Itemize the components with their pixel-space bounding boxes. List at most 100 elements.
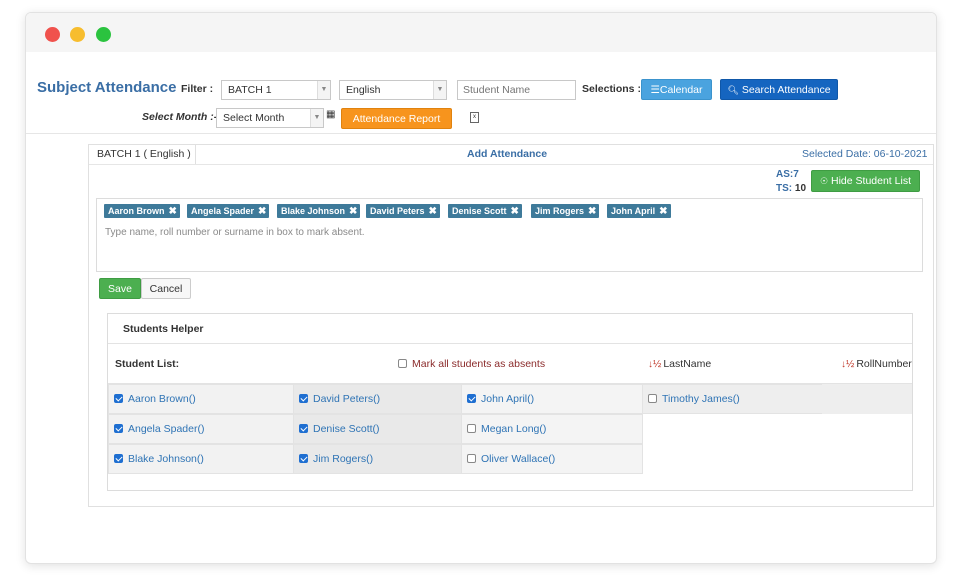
student-checkbox[interactable]	[114, 453, 123, 463]
tab-divider	[195, 145, 196, 164]
absent-count-label: AS:	[776, 169, 794, 180]
sort-by-roll-number[interactable]: ↓½ RollNumber	[841, 358, 912, 370]
chevron-down-icon: ▼	[433, 81, 446, 99]
absent-tag[interactable]: David Peters ✖	[366, 204, 440, 218]
absent-tag[interactable]: Blake Johnson ✖	[277, 204, 361, 218]
month-select[interactable]: Select Month ▼	[216, 108, 324, 128]
remove-icon[interactable]: ✖	[429, 206, 437, 217]
student-name: Jim Rogers()	[313, 453, 374, 465]
lightbulb-icon: ☉	[820, 176, 829, 186]
calendar-button-label: Calendar	[659, 84, 703, 96]
total-students-label: TS:	[776, 183, 793, 194]
sort-roll-label: RollNumber	[856, 358, 912, 370]
student-cell[interactable]: Denise Scott()	[293, 414, 462, 444]
student-checkbox[interactable]	[299, 423, 308, 433]
maximize-window-icon[interactable]	[96, 27, 111, 42]
absent-tag[interactable]: Aaron Brown ✖	[104, 204, 180, 218]
student-cell[interactable]: Megan Long()	[461, 414, 643, 444]
absent-tag[interactable]: Angela Spader ✖	[187, 204, 270, 218]
student-name: John April()	[481, 393, 535, 405]
tag-label: Blake Johnson	[281, 206, 346, 216]
total-students-count: TS: 10	[776, 183, 806, 194]
sort-by-lastname[interactable]: ↓½ LastName	[648, 358, 711, 370]
student-checkbox[interactable]	[299, 393, 308, 403]
sort-numeric-icon: ↓½	[841, 359, 855, 370]
student-name: Oliver Wallace()	[481, 453, 556, 465]
student-checkbox[interactable]	[114, 423, 123, 433]
selections-label: Selections :	[582, 83, 641, 95]
page-title: Subject Attendance	[37, 79, 177, 96]
student-cell[interactable]: Angela Spader()	[108, 414, 294, 444]
absent-tag[interactable]: John April ✖	[607, 204, 671, 218]
mark-all-absent-toggle[interactable]: Mark all students as absents	[398, 358, 545, 370]
tag-label: Angela Spader	[191, 206, 255, 216]
student-cell[interactable]: Aaron Brown()	[108, 384, 294, 414]
tag-label: Aaron Brown	[108, 206, 165, 216]
student-checkbox[interactable]	[467, 423, 476, 433]
student-list-label: Student List:	[115, 358, 180, 370]
student-name: Timothy James()	[662, 393, 740, 405]
cancel-button[interactable]: Cancel	[141, 278, 191, 299]
helper-header: Students Helper	[108, 314, 912, 344]
cancel-button-label: Cancel	[149, 283, 183, 295]
student-checkbox[interactable]	[467, 393, 476, 403]
tag-label: Denise Scott	[452, 206, 507, 216]
student-checkbox[interactable]	[299, 453, 308, 463]
absent-count: AS:7	[776, 169, 799, 180]
student-name: Angela Spader()	[128, 423, 205, 435]
student-name: David Peters()	[313, 393, 381, 405]
attendance-report-button[interactable]: Attendance Report	[341, 108, 452, 129]
remove-icon[interactable]: ✖	[169, 206, 177, 217]
student-name: Denise Scott()	[313, 423, 380, 435]
student-cell[interactable]: Jim Rogers()	[293, 444, 462, 474]
save-button[interactable]: Save	[99, 278, 141, 299]
subject-select[interactable]: English ▼	[339, 80, 447, 100]
search-icon: 🔍︎	[727, 85, 739, 95]
batch-select-value: BATCH 1	[228, 84, 272, 96]
app-window: Subject Attendance Filter : BATCH 1 ▼ En…	[25, 12, 937, 564]
hide-student-list-button[interactable]: ☉ Hide Student List	[811, 170, 920, 192]
mark-all-label: Mark all students as absents	[412, 358, 546, 370]
calendar-icon[interactable]: ▦	[326, 109, 335, 120]
excel-export-icon[interactable]: x	[470, 112, 479, 123]
subject-select-value: English	[346, 84, 381, 96]
student-name-input[interactable]	[457, 80, 576, 100]
remove-icon[interactable]: ✖	[349, 206, 357, 217]
total-students-value: 10	[794, 183, 807, 194]
student-cell[interactable]: Timothy James()	[642, 384, 822, 414]
panel-header: BATCH 1 ( English ) Add Attendance Selec…	[89, 145, 933, 165]
student-checkbox[interactable]	[114, 393, 123, 403]
batch-select[interactable]: BATCH 1 ▼	[221, 80, 331, 100]
absent-tag[interactable]: Denise Scott ✖	[448, 204, 522, 218]
calendar-button[interactable]: ☰Calendar	[641, 79, 712, 100]
chevron-down-icon: ▼	[310, 109, 323, 127]
minimize-window-icon[interactable]	[70, 27, 85, 42]
search-attendance-button[interactable]: 🔍︎ Search Attendance	[720, 79, 838, 100]
student-cell[interactable]: Oliver Wallace()	[461, 444, 643, 474]
mark-all-checkbox[interactable]	[398, 358, 407, 368]
save-button-label: Save	[108, 283, 132, 295]
remove-icon[interactable]: ✖	[511, 206, 519, 217]
batch-tab[interactable]: BATCH 1 ( English )	[97, 148, 191, 160]
students-helper: Students Helper Student List: Mark all s…	[107, 313, 913, 491]
remove-icon[interactable]: ✖	[659, 206, 667, 217]
attendance-report-label: Attendance Report	[352, 113, 441, 125]
title-bar	[26, 13, 936, 52]
add-attendance-link[interactable]: Add Attendance	[467, 148, 547, 160]
student-name: Aaron Brown()	[128, 393, 196, 405]
close-window-icon[interactable]	[45, 27, 60, 42]
sort-alpha-icon: ↓½	[648, 359, 662, 370]
tag-input-hint: Type name, roll number or surname in box…	[105, 227, 365, 238]
remove-icon[interactable]: ✖	[258, 206, 266, 217]
absent-count-value: 7	[793, 169, 799, 180]
absent-tag[interactable]: Jim Rogers ✖	[531, 204, 600, 218]
student-cell[interactable]: David Peters()	[293, 384, 462, 414]
chevron-down-icon: ▼	[317, 81, 330, 99]
search-attendance-label: Search Attendance	[741, 84, 831, 96]
student-cell[interactable]: Blake Johnson()	[108, 444, 294, 474]
remove-icon[interactable]: ✖	[588, 206, 596, 217]
selected-date: Selected Date: 06-10-2021	[802, 148, 928, 160]
student-cell[interactable]: John April()	[461, 384, 643, 414]
student-checkbox[interactable]	[648, 393, 657, 403]
student-checkbox[interactable]	[467, 453, 476, 463]
